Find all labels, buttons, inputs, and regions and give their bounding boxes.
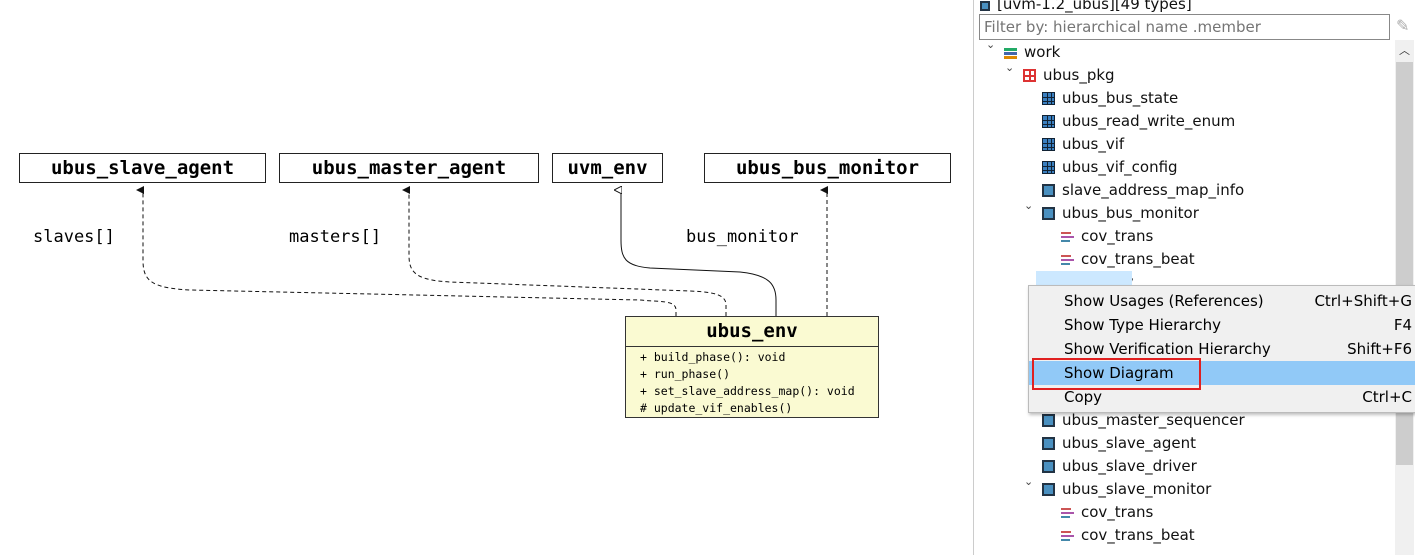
package-icon xyxy=(1023,69,1036,82)
tree-item[interactable]: ubus_bus_monitor xyxy=(1042,202,1199,225)
covergroup-icon xyxy=(1061,506,1074,519)
method-list: + build_phase(): void + run_phase() + se… xyxy=(626,347,878,417)
tree-item[interactable]: ubus_pkg xyxy=(1023,64,1115,87)
class-box-ubus-env[interactable]: ubus_env + build_phase(): void + run_pha… xyxy=(625,316,879,418)
class-box-uvm-env[interactable]: uvm_env xyxy=(552,153,663,183)
class-name: ubus_env xyxy=(626,317,878,347)
tree-item[interactable]: cov_trans_beat xyxy=(1061,524,1195,547)
tree-item-label: slave_address_map_info xyxy=(1062,181,1245,199)
expand-chevron-icon[interactable]: ⌄ xyxy=(986,38,995,51)
covergroup-icon xyxy=(1061,253,1074,266)
class-icon xyxy=(1042,460,1055,473)
menu-item-label: Show Usages (References) xyxy=(1064,292,1264,310)
tree-item[interactable]: slave_address_map_info xyxy=(1042,179,1244,202)
class-icon xyxy=(1042,483,1055,496)
type-icon xyxy=(1042,161,1055,174)
tree-item[interactable]: cov_trans_beat xyxy=(1061,248,1195,271)
menu-item-shortcut: Ctrl+Shift+G xyxy=(1314,292,1412,310)
class-icon xyxy=(1042,414,1055,427)
label-masters: masters[] xyxy=(289,227,382,247)
expand-chevron-icon[interactable]: ⌄ xyxy=(1005,61,1014,74)
menu-item-label: Show Type Hierarchy xyxy=(1064,316,1221,334)
tree-item-label: ubus_vif_config xyxy=(1062,158,1178,176)
menu-item-shortcut: Shift+F6 xyxy=(1347,340,1412,358)
annotation-box xyxy=(1032,358,1201,390)
class-box-ubus-bus-monitor[interactable]: ubus_bus_monitor xyxy=(704,153,951,183)
masters-association xyxy=(402,186,727,316)
covergroup-icon xyxy=(1061,529,1074,542)
expand-chevron-icon[interactable]: ⌄ xyxy=(1024,475,1033,488)
menu-item[interactable]: Show Type Hierarchy F4 xyxy=(1029,313,1415,337)
library-icon xyxy=(1004,46,1017,59)
type-icon xyxy=(1042,115,1055,128)
tree-item-label: work xyxy=(1024,43,1061,61)
class-icon xyxy=(1042,207,1055,220)
tree-item[interactable]: ubus_slave_driver xyxy=(1042,455,1197,478)
tree-item-label: ubus_slave_monitor xyxy=(1062,480,1212,498)
tree-item-label: ubus_master_sequencer xyxy=(1062,411,1245,429)
context-menu: Show Usages (References) Ctrl+Shift+G Show… xyxy=(1028,285,1415,413)
tree-item-label: cov_trans xyxy=(1081,227,1154,245)
tree-item-label: ubus_pkg xyxy=(1043,66,1115,84)
tree-item-label: ubus_vif xyxy=(1062,135,1125,153)
menu-item[interactable]: Show Usages (References) Ctrl+Shift+G xyxy=(1029,289,1415,313)
uvm-env-inheritance xyxy=(621,190,777,316)
tree-item[interactable]: cov_trans xyxy=(1061,501,1153,524)
menu-item-shortcut: Ctrl+C xyxy=(1362,388,1412,406)
scroll-up-button[interactable]: ︿ xyxy=(1395,40,1414,60)
class-box-ubus-slave-agent[interactable]: ubus_slave_agent xyxy=(19,153,266,183)
type-icon xyxy=(1042,138,1055,151)
tree-item-label: ubus_slave_driver xyxy=(1062,457,1197,475)
project-icon xyxy=(980,1,990,11)
tree-item[interactable]: ubus_vif_config xyxy=(1042,156,1178,179)
tree-item[interactable]: cov_trans xyxy=(1061,225,1153,248)
tree-item[interactable]: ubus_slave_agent xyxy=(1042,432,1196,455)
menu-item-shortcut: F4 xyxy=(1393,316,1412,334)
tree-item[interactable]: ubus_bus_state xyxy=(1042,87,1178,110)
tree-item-label: cov_trans_beat xyxy=(1081,250,1195,268)
method: # update_vif_enables() xyxy=(640,401,793,415)
label-bus-monitor: bus_monitor xyxy=(686,227,799,247)
method: + run_phase() xyxy=(640,367,731,381)
tree-item[interactable]: ubus_read_write_enum xyxy=(1042,110,1235,133)
tree-item-label: ubus_bus_state xyxy=(1062,89,1179,107)
tree-item-label: ubus_slave_agent xyxy=(1062,434,1196,452)
tree-item-label: cov_trans xyxy=(1081,503,1154,521)
method: + set_slave_address_map(): void xyxy=(640,384,855,398)
class-box-ubus-master-agent[interactable]: ubus_master_agent xyxy=(279,153,539,183)
class-icon xyxy=(1042,184,1055,197)
type-icon xyxy=(1042,92,1055,105)
method: + build_phase(): void xyxy=(640,350,786,364)
tree-item-label: ubus_bus_monitor xyxy=(1062,204,1199,222)
tree-item-label: ubus_read_write_enum xyxy=(1062,112,1236,130)
covergroup-icon xyxy=(1061,230,1074,243)
panel-title-text: [uvm-1.2_ubus][49 types] xyxy=(997,0,1192,13)
clear-filter-icon[interactable]: ✎ xyxy=(1396,16,1409,35)
expand-chevron-icon[interactable]: ⌄ xyxy=(1024,199,1033,212)
tree-item[interactable]: ubus_slave_monitor xyxy=(1042,478,1211,501)
label-slaves: slaves[] xyxy=(33,227,115,247)
filter-input[interactable] xyxy=(979,14,1390,40)
tree-item[interactable]: ubus_vif xyxy=(1042,133,1124,156)
tree-item-label: cov_trans_beat xyxy=(1081,526,1195,544)
class-icon xyxy=(1042,437,1055,450)
